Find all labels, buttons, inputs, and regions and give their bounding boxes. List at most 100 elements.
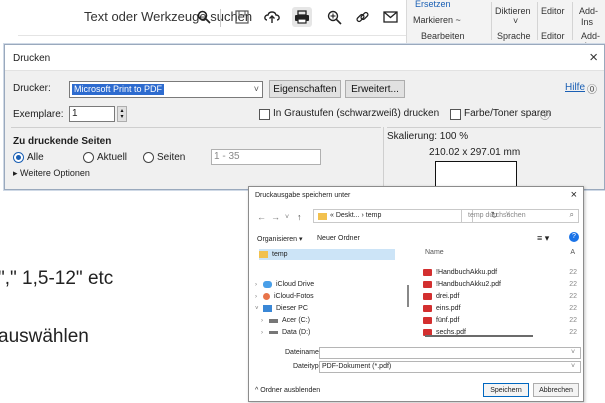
help-icon[interactable]: ⓪ (587, 81, 597, 96)
chevron-right-icon[interactable]: › (255, 294, 263, 300)
ribbon-dictate-arrow[interactable]: ˅ (513, 16, 518, 26)
file-name: drei.pdf (436, 293, 460, 300)
print-icon[interactable] (292, 7, 312, 27)
file-row[interactable]: !HandbuchAkku2.pdf (423, 281, 501, 288)
pdf-file-icon (423, 293, 432, 300)
ribbon-addins[interactable]: Add- (579, 6, 598, 16)
ribbon-editor[interactable]: Editor (541, 6, 565, 16)
column-header-name[interactable]: Name (425, 249, 444, 256)
properties-button[interactable]: Eigenschaften (269, 80, 341, 98)
chevron-down-icon[interactable]: ˅ (571, 349, 575, 356)
ribbon-dictate[interactable]: Diktieren (495, 6, 531, 16)
history-chevron-icon[interactable]: ˅ (285, 214, 289, 221)
nav-item-temp[interactable]: temp (259, 249, 395, 260)
chevron-right-icon[interactable]: › (261, 318, 269, 324)
more-options-toggle[interactable]: ▸ Weitere Optionen (13, 168, 90, 179)
back-arrow-icon[interactable]: ← (257, 212, 266, 222)
pages-range-input[interactable]: 1 - 35 (211, 149, 321, 165)
ribbon-divider (537, 2, 538, 40)
nav-item-this-pc[interactable]: ˅ Dieser PC (255, 303, 308, 314)
upload-icon[interactable] (262, 7, 282, 27)
radio-current-label: Aktuell (97, 152, 128, 163)
copies-input[interactable]: 1 (69, 106, 115, 122)
pdf-file-icon (423, 281, 432, 288)
copies-stepper[interactable]: ▴ ▾ (117, 106, 127, 122)
ribbon-group-editor: Editor (541, 31, 565, 41)
file-date: 22 (569, 329, 577, 336)
pages-group-divider (11, 127, 381, 128)
chevron-right-icon[interactable]: › (261, 330, 269, 336)
radio-pages[interactable] (143, 152, 154, 163)
chevron-down-icon[interactable]: ˅ (255, 306, 263, 312)
folder-search-input[interactable]: temp durchsuchen ⌕ (461, 209, 579, 223)
chevron-right-icon[interactable]: › (255, 282, 263, 288)
printer-label: Drucker: (13, 83, 51, 94)
horizontal-scrollbar[interactable] (425, 335, 533, 337)
help-icon[interactable]: ? (569, 232, 579, 242)
pages-heading: Zu druckende Seiten (13, 136, 112, 147)
cloud-icon (263, 281, 272, 288)
ribbon-divider (491, 2, 492, 40)
file-row[interactable]: fünf.pdf (423, 317, 459, 324)
forward-arrow-icon[interactable]: → (271, 212, 280, 222)
file-list: Name Ä !HandbuchAkku.pdf 22 !HandbuchAkk… (415, 249, 581, 341)
slide-text-range-example: "," 1,5-12" etc (0, 268, 114, 289)
hide-folders-toggle[interactable]: ^ Ordner ausblenden (255, 387, 320, 394)
ribbon-addins-line2[interactable]: Ins (581, 17, 593, 27)
drive-icon (269, 318, 278, 323)
grayscale-checkbox[interactable] (259, 109, 270, 120)
toolbar-divider (220, 9, 221, 27)
file-row[interactable]: drei.pdf (423, 293, 459, 300)
save-icon[interactable] (232, 7, 252, 27)
save-as-dialog: Druckausgabe speichern unter × ← → ˅ ↑ «… (248, 186, 584, 402)
ribbon-mark[interactable]: Markieren ~ (413, 15, 461, 25)
filetype-select[interactable]: PDF-Dokument (*.pdf) (319, 361, 581, 373)
printer-select[interactable]: Microsoft Print to PDF ˅ (69, 81, 263, 98)
ribbon-group-edit: Bearbeiten (421, 31, 465, 41)
file-date: 22 (569, 293, 577, 300)
nav-item-icloud-drive[interactable]: › iCloud Drive (255, 279, 314, 290)
tool-search-label[interactable]: Text oder Werkzeuge suchen (84, 9, 252, 24)
organize-menu[interactable]: Organisieren ▾ (257, 235, 303, 243)
file-row[interactable]: eins.pdf (423, 305, 461, 312)
advanced-button[interactable]: Erweitert... (345, 80, 405, 98)
search-icon[interactable] (194, 7, 214, 27)
link-icon[interactable] (352, 7, 372, 27)
file-date: 22 (569, 269, 577, 276)
new-folder-button[interactable]: Neuer Ordner (317, 235, 360, 242)
chevron-down-icon: ˅ (253, 84, 259, 94)
ribbon-replace[interactable]: Ersetzen (415, 0, 451, 9)
pdf-toolbar: Text oder Werkzeuge suchen (18, 0, 406, 36)
pdf-file-icon (423, 269, 432, 276)
column-header-date[interactable]: Ä (570, 249, 575, 256)
mail-icon[interactable] (380, 7, 400, 27)
nav-pane-scrollbar[interactable] (407, 285, 409, 307)
chevron-down-icon[interactable]: ˅ (571, 363, 575, 370)
filename-input[interactable] (319, 347, 581, 359)
print-dialog-title: Drucken (13, 53, 51, 64)
file-row[interactable]: !HandbuchAkku.pdf (423, 269, 497, 276)
file-name: !HandbuchAkku.pdf (436, 269, 498, 276)
cancel-button[interactable]: Abbrechen (533, 383, 579, 397)
save-ink-checkbox[interactable] (450, 109, 461, 120)
hide-folders-label: Ordner ausblenden (260, 387, 321, 394)
file-date: 22 (569, 281, 577, 288)
scale-label: Skalierung: 100 % (387, 131, 469, 142)
nav-item-acer-c[interactable]: › Acer (C:) (261, 315, 310, 326)
info-icon[interactable]: ⓘ (540, 107, 550, 122)
copies-label: Exemplare: (13, 109, 64, 120)
close-icon[interactable]: × (589, 49, 598, 66)
radio-current[interactable] (83, 152, 94, 163)
navigation-pane: temp › iCloud Drive › iCloud-Fotos ˅ Die… (255, 249, 405, 341)
nav-item-data-d[interactable]: › Data (D:) (261, 327, 310, 338)
radio-all[interactable] (13, 152, 24, 163)
zoom-icon[interactable] (324, 7, 344, 27)
address-bar[interactable]: « Deskt... › temp ˅ ↻ (313, 209, 510, 223)
close-icon[interactable]: × (571, 189, 577, 201)
nav-item-icloud-photos[interactable]: › iCloud-Fotos (255, 291, 314, 302)
save-button[interactable]: Speichern (483, 383, 529, 397)
view-options-icon[interactable]: ≡ ▾ (537, 233, 549, 244)
help-link[interactable]: Hilfe (565, 82, 585, 93)
up-arrow-icon[interactable]: ↑ (297, 212, 302, 222)
file-date: 22 (569, 317, 577, 324)
